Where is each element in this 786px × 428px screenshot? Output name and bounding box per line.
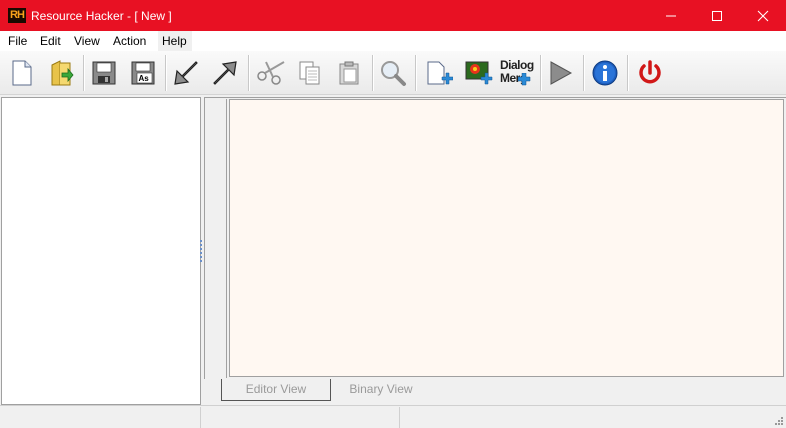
toolbar-separator <box>583 55 584 91</box>
editor-gutter <box>206 99 227 378</box>
export-button[interactable] <box>208 55 242 91</box>
resize-grip-icon[interactable] <box>774 416 784 426</box>
status-cell-left <box>0 407 201 428</box>
tab-editor-view[interactable]: Editor View <box>221 379 331 401</box>
save-as-label: As <box>139 74 150 83</box>
menu-view[interactable]: View <box>74 31 100 51</box>
toolbar-separator <box>627 55 628 91</box>
view-tabs: Editor View Binary View <box>204 379 786 401</box>
status-bar <box>0 405 786 428</box>
minimize-button[interactable] <box>648 0 694 31</box>
toolbar-separator <box>165 55 166 91</box>
cut-button[interactable] <box>252 55 286 91</box>
paste-icon <box>339 61 359 85</box>
add-blank-resource-icon <box>427 61 453 85</box>
info-icon <box>592 60 618 86</box>
menu-help[interactable]: Help <box>158 31 192 51</box>
toolbar-separator <box>83 55 84 91</box>
window-title: Resource Hacker - [ New ] <box>31 9 172 23</box>
status-cell-middle <box>201 407 400 428</box>
compile-button[interactable] <box>169 55 203 91</box>
paste-button[interactable] <box>332 55 366 91</box>
new-button[interactable] <box>5 55 39 91</box>
title-bar: RH Resource Hacker - [ New ] <box>0 0 786 31</box>
maximize-button[interactable] <box>694 0 740 31</box>
export-arrow-icon <box>213 61 237 85</box>
menu-bar: File Edit View Action Help <box>0 31 786 51</box>
find-icon <box>381 61 406 86</box>
resource-tree-panel[interactable] <box>1 97 201 405</box>
find-button[interactable] <box>375 55 409 91</box>
toolbar: As Dialog Mer <box>0 51 786 95</box>
editor-frame <box>204 97 786 379</box>
new-file-icon <box>12 60 32 86</box>
add-image-resource-button[interactable] <box>460 55 494 91</box>
exit-button[interactable] <box>632 55 666 91</box>
open-button[interactable] <box>44 55 78 91</box>
cut-icon <box>257 61 285 85</box>
menu-edit[interactable]: Edit <box>40 31 61 51</box>
editor-text-area[interactable] <box>229 99 784 377</box>
save-button[interactable] <box>87 55 121 91</box>
maximize-icon <box>712 11 722 21</box>
save-as-button[interactable]: As <box>126 55 160 91</box>
open-folder-icon <box>51 60 74 86</box>
close-button[interactable] <box>740 0 786 31</box>
copy-icon <box>299 61 320 85</box>
add-image-resource-icon <box>465 61 493 85</box>
dialog-merger-icon <box>518 73 531 86</box>
save-icon <box>92 61 116 85</box>
toolbar-separator <box>540 55 541 91</box>
compile-arrow-icon <box>174 61 198 85</box>
add-blank-resource-button[interactable] <box>421 55 455 91</box>
run-script-icon <box>550 61 573 85</box>
run-script-button[interactable] <box>543 55 577 91</box>
menu-action[interactable]: Action <box>113 31 146 51</box>
copy-button[interactable] <box>293 55 327 91</box>
tab-binary-view[interactable]: Binary View <box>336 379 426 401</box>
menu-file[interactable]: File <box>8 31 27 51</box>
minimize-icon <box>666 15 676 17</box>
power-icon <box>639 60 661 84</box>
save-as-icon: As <box>131 61 155 85</box>
toolbar-separator <box>248 55 249 91</box>
close-icon <box>757 10 769 22</box>
toolbar-separator <box>415 55 416 91</box>
status-cell-right <box>400 407 772 428</box>
panel-splitter[interactable] <box>200 240 203 264</box>
resource-hacker-app-icon[interactable]: RH <box>8 8 26 23</box>
about-button[interactable] <box>588 55 622 91</box>
toolbar-separator <box>372 55 373 91</box>
dialog-merger-button[interactable]: Dialog Merger <box>500 55 538 91</box>
